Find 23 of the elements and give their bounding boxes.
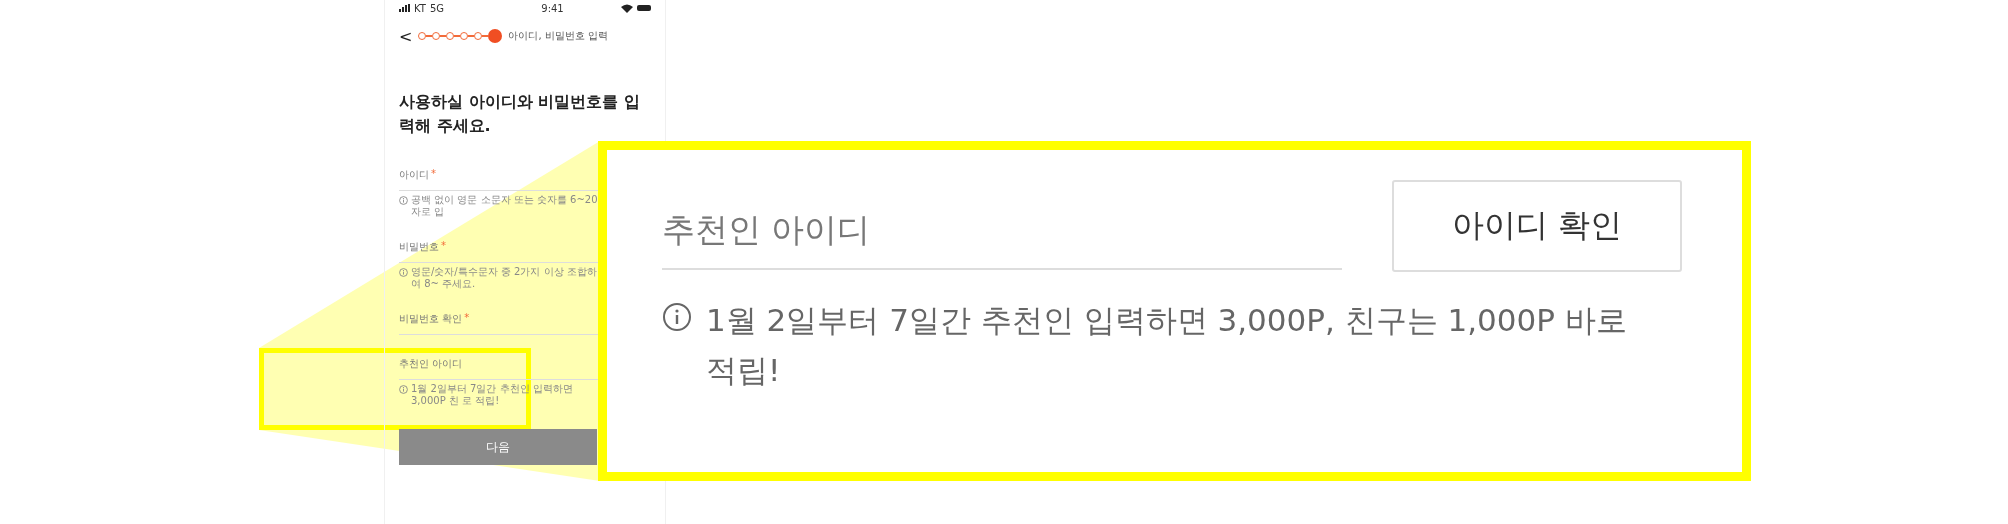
info-icon bbox=[399, 385, 408, 394]
required-mark: * bbox=[464, 312, 470, 325]
info-icon bbox=[662, 302, 692, 332]
battery-icon bbox=[637, 5, 651, 11]
field-label: 비밀번호 확인 bbox=[399, 312, 463, 326]
field-label: 아이디 bbox=[399, 168, 429, 182]
back-button[interactable]: < bbox=[399, 26, 413, 46]
carrier-text: KT bbox=[414, 2, 426, 14]
hint-text: 영문/숫자/특수문자 중 2가지 이상 조합하여 8~ 주세요. bbox=[411, 266, 598, 290]
required-mark: * bbox=[441, 240, 446, 253]
clock-text: 9:41 bbox=[540, 2, 564, 14]
check-id-button[interactable]: 아이디 확인 bbox=[1392, 180, 1682, 272]
field-label: 추천인 아이디 bbox=[399, 357, 463, 371]
page-title: 사용하실 아이디와 비밀번호를 입력해 주세요. bbox=[399, 91, 641, 137]
wifi-icon bbox=[621, 3, 633, 13]
network-text: 5G bbox=[429, 2, 444, 14]
signal-icon bbox=[399, 4, 410, 12]
info-text: 1월 2일부터 7일간 추천인 입력하면 3,000P, 친구는 1,000P 바로 적립! bbox=[706, 301, 1628, 390]
info-icon bbox=[399, 196, 408, 205]
info-icon bbox=[399, 268, 408, 277]
field-label: 비밀번호 bbox=[399, 240, 439, 254]
required-mark: * bbox=[431, 168, 436, 181]
step-label: 아이디, 비밀번호 입력 bbox=[508, 29, 608, 43]
